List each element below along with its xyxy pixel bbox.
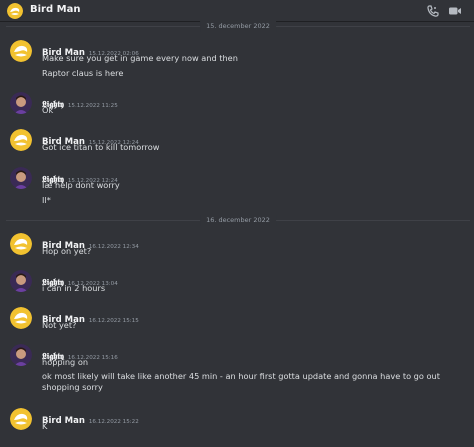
message-text: Raptor claus is here — [42, 68, 124, 78]
message-text: Make sure you get in game every now and … — [42, 53, 238, 63]
message-text: Got ice titan to kill tomorrow — [42, 142, 160, 152]
dm-header: Bird Man — [0, 0, 474, 22]
message-text: hopping on — [42, 357, 89, 367]
timestamp: 15.12.2022 11:25 — [67, 103, 118, 109]
bird-man-avatar[interactable] — [10, 40, 32, 62]
bird-man-avatar[interactable] — [7, 3, 23, 19]
message-header: Bird Man 16.12.2022 12:34 — [42, 233, 139, 251]
phone-icon[interactable] — [426, 4, 440, 18]
message-text: Hop on yet? — [42, 246, 92, 256]
message-header: Bird Man 15.12.2022 12:24 — [42, 129, 139, 147]
message-header: Bird Man 16.12.2022 15:22 — [42, 408, 139, 426]
video-camera-icon[interactable] — [448, 4, 462, 18]
message-text: Not yet? — [42, 320, 77, 330]
date-divider-label: 16. december 2022 — [200, 215, 276, 226]
bird-man-avatar[interactable] — [10, 408, 32, 430]
timestamp: 16.12.2022 15:22 — [88, 419, 139, 425]
message-header: Bird Man 15.12.2022 02:06 — [42, 40, 139, 58]
message-header: 𝕷𝖎𝖌𝖍𝖙𝖞 16.12.2022 13:04 — [42, 270, 118, 288]
date-divider-label: 15. december 2022 — [200, 21, 276, 32]
page-title: Bird Man — [30, 4, 81, 15]
date-divider: 16. december 2022 — [6, 215, 470, 226]
message-text: Ok — [42, 105, 54, 115]
message-text: Il* — [42, 195, 51, 205]
bird-man-avatar[interactable] — [10, 233, 32, 255]
bird-man-avatar[interactable] — [10, 307, 32, 329]
message-header: 𝕷𝖎𝖌𝖍𝖙𝖞 16.12.2022 15:16 — [42, 344, 118, 362]
lighty-avatar[interactable] — [10, 167, 32, 189]
message-text: Iæ help dont worry — [42, 180, 120, 190]
timestamp: 16.12.2022 15:15 — [88, 318, 139, 324]
message-text: K — [42, 421, 48, 431]
message-text: ok most likely will take like another 45… — [42, 371, 440, 392]
lighty-avatar[interactable] — [10, 270, 32, 292]
bird-man-avatar[interactable] — [10, 129, 32, 151]
message-header: Bird Man 16.12.2022 15:15 — [42, 307, 139, 325]
date-divider: 15. december 2022 — [6, 21, 470, 32]
timestamp: 16.12.2022 12:34 — [88, 244, 139, 250]
lighty-avatar[interactable] — [10, 92, 32, 114]
message-header: 𝕷𝖎𝖌𝖍𝖙𝖞 15.12.2022 11:25 — [42, 92, 118, 110]
lighty-avatar[interactable] — [10, 344, 32, 366]
message-header: 𝕷𝖎𝖌𝖍𝖙𝖞 15.12.2022 12:24 — [42, 167, 118, 185]
author-name[interactable]: Bird Man — [42, 416, 85, 426]
message-text: i can in 2 hours — [42, 283, 106, 293]
